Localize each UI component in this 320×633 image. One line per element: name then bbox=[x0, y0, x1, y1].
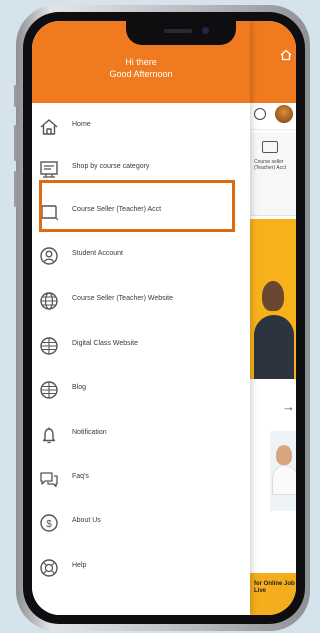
menu-item-label: Blog bbox=[72, 384, 87, 391]
person-suit bbox=[254, 315, 294, 379]
phone-volume-down-button bbox=[14, 171, 17, 207]
menu-item-course-seller-website[interactable]: Course Seller (Teacher) Website bbox=[32, 281, 250, 321]
home-icon bbox=[38, 116, 60, 138]
menu-item-faqs[interactable]: Faq's bbox=[32, 459, 250, 499]
dollar-icon: $ bbox=[38, 512, 60, 534]
globe-icon bbox=[38, 379, 60, 401]
menu-item-label: Faq's bbox=[72, 473, 89, 480]
background-app-card-text: Course seller (Teacher) Acct bbox=[254, 159, 286, 171]
search-icon[interactable] bbox=[254, 108, 266, 120]
menu-item-label: Notification bbox=[72, 429, 107, 436]
home-indicator-area bbox=[32, 607, 250, 615]
background-app-person-card[interactable] bbox=[270, 431, 296, 511]
globe-icon bbox=[38, 290, 60, 312]
menu-item-label: Home bbox=[72, 121, 91, 128]
greeting: Hi there Good Afternoon bbox=[32, 56, 250, 80]
speaker-grille bbox=[164, 29, 192, 33]
background-app-header bbox=[250, 21, 296, 103]
bell-icon bbox=[38, 424, 60, 446]
menu-item-label: Help bbox=[72, 562, 87, 569]
avatar[interactable] bbox=[275, 105, 293, 123]
phone-side-button bbox=[14, 85, 17, 107]
phone-screen: Course seller (Teacher) Acct → for Onlin… bbox=[32, 21, 296, 615]
svg-text:$: $ bbox=[46, 519, 52, 530]
shop-icon bbox=[38, 158, 60, 180]
menu-item-label: Course Seller (Teacher) Website bbox=[72, 295, 174, 302]
background-app-banner[interactable] bbox=[250, 219, 296, 379]
menu-item-about-us[interactable]: $ About Us bbox=[32, 503, 250, 543]
navigation-drawer: Hi there Good Afternoon Home Shop by cou… bbox=[32, 21, 250, 615]
menu-item-student-account[interactable]: Student Account bbox=[32, 236, 250, 276]
menu-item-label: Student Account bbox=[72, 250, 123, 257]
home-icon[interactable] bbox=[280, 49, 292, 61]
person-photo bbox=[276, 445, 292, 465]
chat-icon bbox=[38, 468, 60, 490]
menu-item-notification[interactable]: Notification bbox=[32, 415, 250, 455]
highlight-box bbox=[39, 180, 235, 232]
camera-icon bbox=[202, 27, 209, 34]
user-circle-icon bbox=[38, 245, 60, 267]
menu-item-help[interactable]: Help bbox=[32, 548, 250, 588]
globe-icon bbox=[38, 335, 60, 357]
arrow-right-icon[interactable]: → bbox=[282, 399, 295, 414]
greeting-line1: Hi there bbox=[125, 57, 157, 67]
greeting-line2: Good Afternoon bbox=[109, 69, 173, 79]
tablet-icon bbox=[262, 141, 278, 153]
menu-item-digital-class-website[interactable]: Digital Class Website bbox=[32, 326, 250, 366]
menu-item-label: About Us bbox=[72, 517, 101, 524]
help-icon bbox=[38, 557, 60, 579]
menu-item-label: Digital Class Website bbox=[72, 340, 139, 347]
person-photo bbox=[262, 281, 284, 311]
background-app-bottom-text: for Online Job Live bbox=[254, 581, 295, 594]
phone-notch bbox=[126, 21, 236, 45]
person-shirt bbox=[272, 465, 296, 495]
phone-volume-up-button bbox=[14, 125, 17, 161]
menu-item-home[interactable]: Home bbox=[32, 107, 250, 147]
menu-item-blog[interactable]: Blog bbox=[32, 370, 250, 410]
menu-item-label: Shop by course category bbox=[72, 163, 150, 170]
